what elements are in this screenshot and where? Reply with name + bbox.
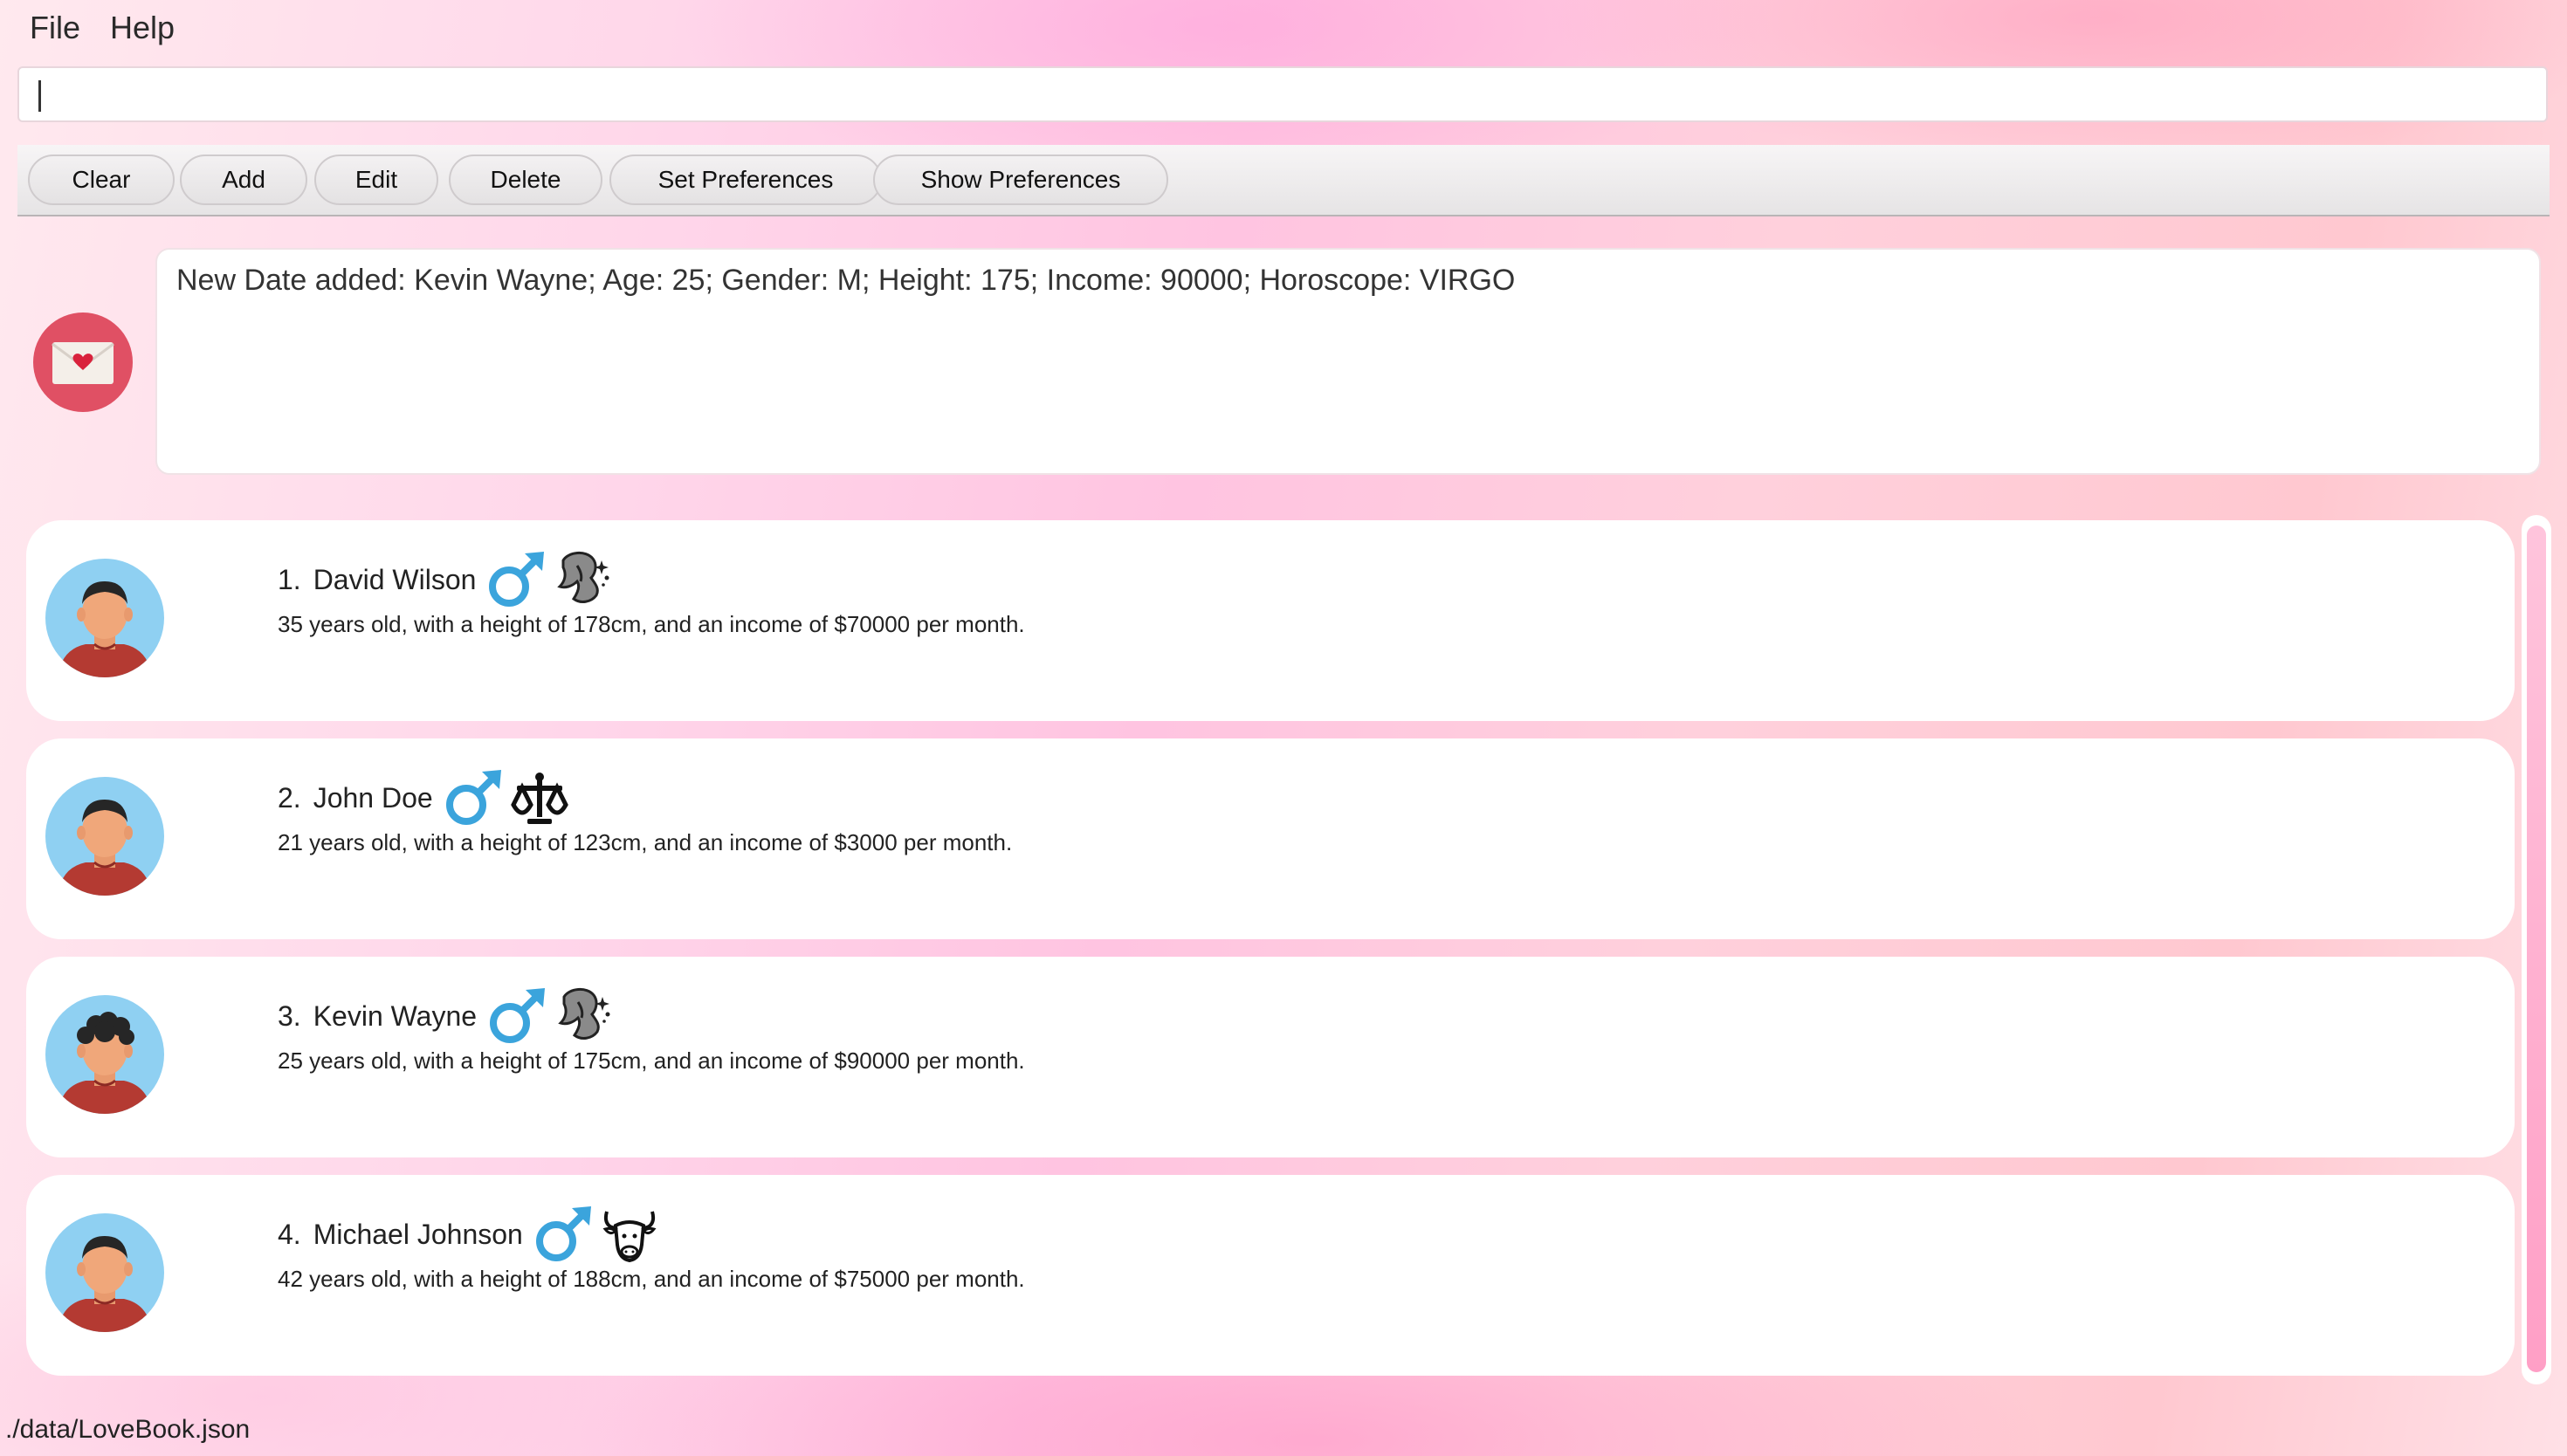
date-description: 25 years old, with a height of 175cm, an… [278, 1047, 1025, 1074]
male-icon [532, 1203, 595, 1266]
libra-icon [508, 766, 571, 829]
virgo-icon [552, 985, 615, 1047]
taurus-icon [598, 1203, 661, 1266]
date-description: 42 years old, with a height of 188cm, an… [278, 1266, 1025, 1292]
date-list: 1. David Wilson 35 years old, with a hei… [0, 498, 2567, 1397]
date-index: 2. [278, 782, 301, 814]
envelope-heart-icon [33, 312, 133, 412]
male-icon [442, 766, 505, 829]
result-display: New Date added: Kevin Wayne; Age: 25; Ge… [155, 248, 2541, 475]
command-box[interactable] [17, 66, 2548, 122]
clear-button[interactable]: Clear [28, 155, 175, 205]
delete-button[interactable]: Delete [449, 155, 602, 205]
date-index: 4. [278, 1219, 301, 1250]
date-title: 3. Kevin Wayne [278, 990, 615, 1042]
date-name: David Wilson [313, 564, 477, 595]
list-scrollbar[interactable] [2522, 515, 2551, 1384]
date-card[interactable]: 1. David Wilson 35 years old, with a hei… [26, 520, 2515, 721]
avatar [45, 559, 164, 677]
date-card[interactable]: 4. Michael Johnson 42 years old, with a … [26, 1175, 2515, 1376]
date-card[interactable]: 2. John Doe 21 years old, with a height … [26, 738, 2515, 939]
menu-file[interactable]: File [30, 9, 80, 47]
date-index: 1. [278, 564, 301, 595]
command-input[interactable] [45, 75, 2529, 117]
menu-bar: File Help [0, 0, 2567, 58]
add-button[interactable]: Add [180, 155, 307, 205]
date-description: 35 years old, with a height of 178cm, an… [278, 611, 1025, 637]
avatar [45, 777, 164, 896]
avatar [45, 995, 164, 1114]
scroll-thumb[interactable] [2527, 525, 2546, 1372]
status-bar-file-path: ./data/LoveBook.json [5, 1415, 251, 1444]
set-preferences-button[interactable]: Set Preferences [609, 155, 882, 205]
date-title: 2. John Doe [278, 772, 571, 824]
date-name: Kevin Wayne [313, 1000, 478, 1032]
toolbar: Clear Add Edit Delete Set Preferences Sh… [17, 145, 2550, 216]
date-title: 1. David Wilson [278, 553, 614, 606]
text-caret [38, 80, 41, 112]
date-name: Michael Johnson [313, 1219, 523, 1250]
menu-help[interactable]: Help [110, 9, 175, 47]
result-message: New Date added: Kevin Wayne; Age: 25; Ge… [176, 264, 1516, 297]
show-preferences-button[interactable]: Show Preferences [873, 155, 1168, 205]
edit-button[interactable]: Edit [314, 155, 438, 205]
date-index: 3. [278, 1000, 301, 1032]
male-icon [485, 985, 548, 1047]
male-icon [485, 548, 547, 611]
date-name: John Doe [313, 782, 433, 814]
virgo-icon [551, 548, 614, 611]
date-description: 21 years old, with a height of 123cm, an… [278, 829, 1013, 855]
date-card[interactable]: 3. Kevin Wayne 25 years old, with a heig… [26, 957, 2515, 1157]
date-title: 4. Michael Johnson [278, 1208, 661, 1260]
avatar [45, 1213, 164, 1332]
